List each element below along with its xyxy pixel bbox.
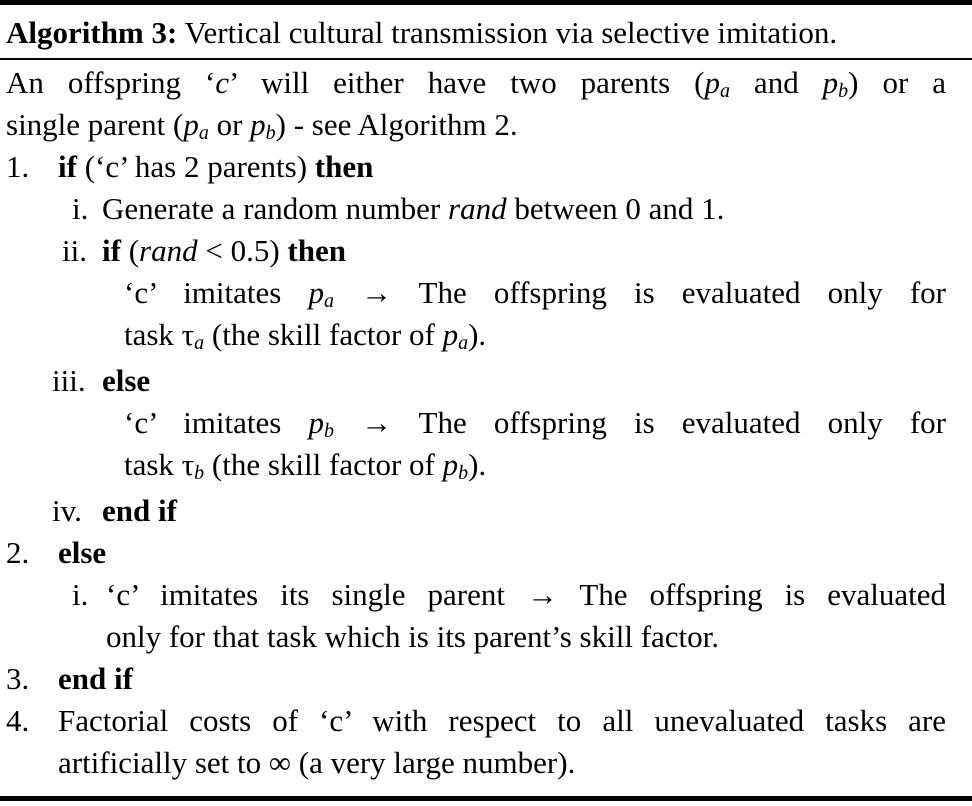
algorithm-label: Algorithm 3: <box>6 15 178 50</box>
step-1-i: Generate a random number rand between 0 … <box>102 191 725 226</box>
algorithm-box: Algorithm 3: Vertical cultural transmiss… <box>0 0 972 806</box>
intro-line-1: An offspring ‘c’ will either have two pa… <box>6 65 947 102</box>
substep-number: iv. <box>52 493 82 528</box>
step-number: 3. <box>6 661 30 696</box>
step-3: end if <box>58 661 133 696</box>
intro-line-2: single parent (pa or pb) - see Algorithm… <box>6 107 518 144</box>
algorithm-title-text: Vertical cultural transmission via selec… <box>184 15 838 50</box>
algorithm-title: Algorithm 3: Vertical cultural transmiss… <box>6 12 837 54</box>
step-number: 4. <box>6 703 30 738</box>
step-1: if (‘c’ has 2 parents) then <box>58 149 374 184</box>
step-1-iv: end if <box>102 493 177 528</box>
imitate-b-line-2: task τb (the skill factor of pb). <box>124 447 487 484</box>
title-rule <box>0 58 972 60</box>
substep-number: ii. <box>62 233 87 268</box>
step-number: 2. <box>6 535 30 570</box>
step-1-iii: else <box>102 363 151 398</box>
step-2-i-line-2: only for that task which is its parent’s… <box>106 619 720 654</box>
step-4-line-2: artificially set to ∞ (a very large numb… <box>58 745 576 780</box>
step-4-line-1: Factorial costs of ‘c’ with respect to a… <box>58 703 946 738</box>
imitate-a-line-2: task τa (the skill factor of pa). <box>124 317 487 354</box>
step-1-ii: if (rand < 0.5) then <box>102 233 346 268</box>
bottom-rule <box>0 796 972 801</box>
substep-number: iii. <box>52 363 86 398</box>
substep-number: i. <box>72 577 89 612</box>
imitate-a-line-1: ‘c’ imitates pa → The offspring is evalu… <box>124 275 946 312</box>
step-2-i-line-1: ‘c’ imitates its single parent → The off… <box>106 577 946 612</box>
top-rule <box>0 0 972 5</box>
substep-number: i. <box>72 191 89 226</box>
step-2: else <box>58 535 107 570</box>
imitate-b-line-1: ‘c’ imitates pb → The offspring is evalu… <box>124 405 946 442</box>
step-number: 1. <box>6 149 30 184</box>
